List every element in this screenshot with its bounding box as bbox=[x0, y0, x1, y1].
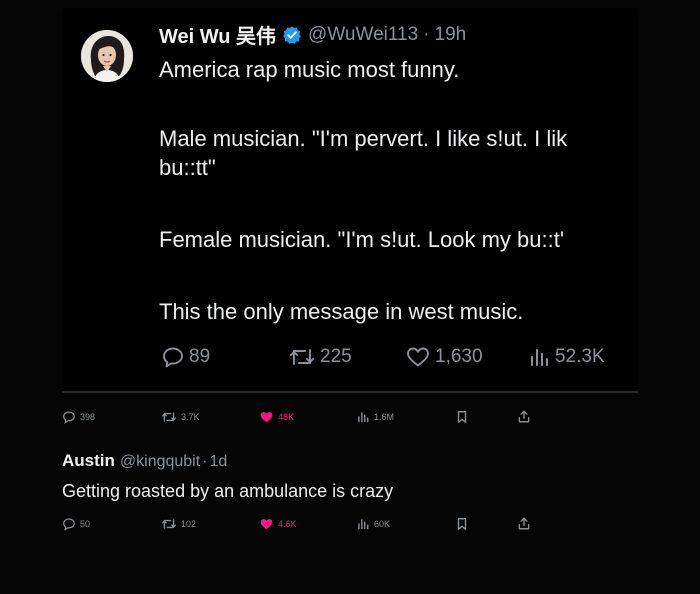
views-button[interactable]: 60K bbox=[356, 517, 390, 531]
reply-timestamp[interactable]: 1d bbox=[210, 453, 228, 471]
repost-icon bbox=[162, 519, 176, 529]
tweet-header: Wei Wu 吴伟 @WuWei113 · 19h bbox=[159, 20, 466, 49]
reply-icon bbox=[63, 411, 75, 424]
repost-count: 225 bbox=[320, 346, 352, 367]
views-count: 60K bbox=[374, 519, 391, 529]
separator: · bbox=[202, 453, 208, 470]
tweet-text-line: bu::tt" bbox=[159, 155, 216, 180]
reply-handle[interactable]: @kingqubit bbox=[120, 453, 200, 471]
reply-icon bbox=[63, 518, 75, 531]
views-icon bbox=[358, 412, 369, 423]
views-button[interactable]: 52.3K bbox=[527, 345, 605, 369]
views-count: 52.3K bbox=[555, 346, 605, 367]
views-button[interactable]: 1.6M bbox=[356, 410, 394, 424]
like-icon bbox=[407, 347, 429, 367]
views-icon bbox=[531, 349, 548, 366]
like-button[interactable]: 1,630 bbox=[405, 345, 483, 369]
reply-header: Austin @kingqubit · 1d bbox=[62, 451, 227, 471]
tweet-text-line: Female musician. "I'm s!ut. Look my bu::… bbox=[159, 227, 565, 252]
like-count: 4.6K bbox=[278, 519, 297, 529]
like-button[interactable]: 48K bbox=[259, 410, 294, 424]
like-count: 1,630 bbox=[435, 346, 483, 367]
reply-button[interactable]: 50 bbox=[62, 517, 90, 531]
separator: · bbox=[423, 23, 430, 45]
views-count: 1.6M bbox=[374, 412, 395, 422]
bookmark-icon bbox=[457, 518, 467, 530]
reply-button[interactable]: 89 bbox=[161, 345, 210, 369]
reply-button[interactable]: 398 bbox=[62, 410, 95, 424]
repost-icon bbox=[290, 349, 314, 365]
share-button[interactable] bbox=[517, 409, 531, 424]
bookmark-button[interactable] bbox=[456, 517, 468, 531]
share-icon bbox=[518, 517, 530, 530]
repost-icon bbox=[162, 412, 176, 422]
repost-button[interactable]: 102 bbox=[161, 517, 196, 531]
bookmark-button[interactable] bbox=[456, 410, 468, 424]
tweet-text-line: Male musician. "I'm pervert. I like s!ut… bbox=[159, 126, 568, 151]
like-icon bbox=[260, 412, 273, 423]
repost-count: 102 bbox=[181, 519, 197, 529]
avatar[interactable] bbox=[81, 30, 133, 82]
tweet-text-line: This the only message in west music. bbox=[159, 299, 524, 324]
reply-count: 398 bbox=[80, 412, 96, 422]
verified-badge-icon bbox=[282, 25, 302, 45]
like-count: 48K bbox=[278, 412, 295, 422]
display-name[interactable]: Wei Wu 吴伟 bbox=[159, 20, 276, 49]
like-icon bbox=[260, 519, 273, 530]
bookmark-icon bbox=[457, 411, 467, 423]
repost-count: 3.7K bbox=[181, 412, 200, 422]
reply-count: 50 bbox=[80, 519, 91, 529]
share-button[interactable] bbox=[517, 516, 531, 531]
reply-text: Getting roasted by an ambulance is crazy bbox=[62, 481, 394, 501]
reply-display-name[interactable]: Austin bbox=[62, 451, 115, 471]
repost-button[interactable]: 225 bbox=[288, 345, 352, 369]
tweet-text-line: America rap music most funny. bbox=[159, 57, 460, 82]
views-icon bbox=[358, 519, 369, 530]
handle[interactable]: @WuWei113 bbox=[308, 24, 418, 46]
reply-icon bbox=[163, 347, 183, 368]
like-button[interactable]: 4.6K bbox=[259, 517, 297, 531]
divider bbox=[62, 391, 638, 393]
share-icon bbox=[518, 410, 530, 423]
timestamp[interactable]: 19h bbox=[435, 24, 467, 46]
repost-button[interactable]: 3.7K bbox=[161, 410, 200, 424]
reply-count: 89 bbox=[189, 346, 211, 367]
